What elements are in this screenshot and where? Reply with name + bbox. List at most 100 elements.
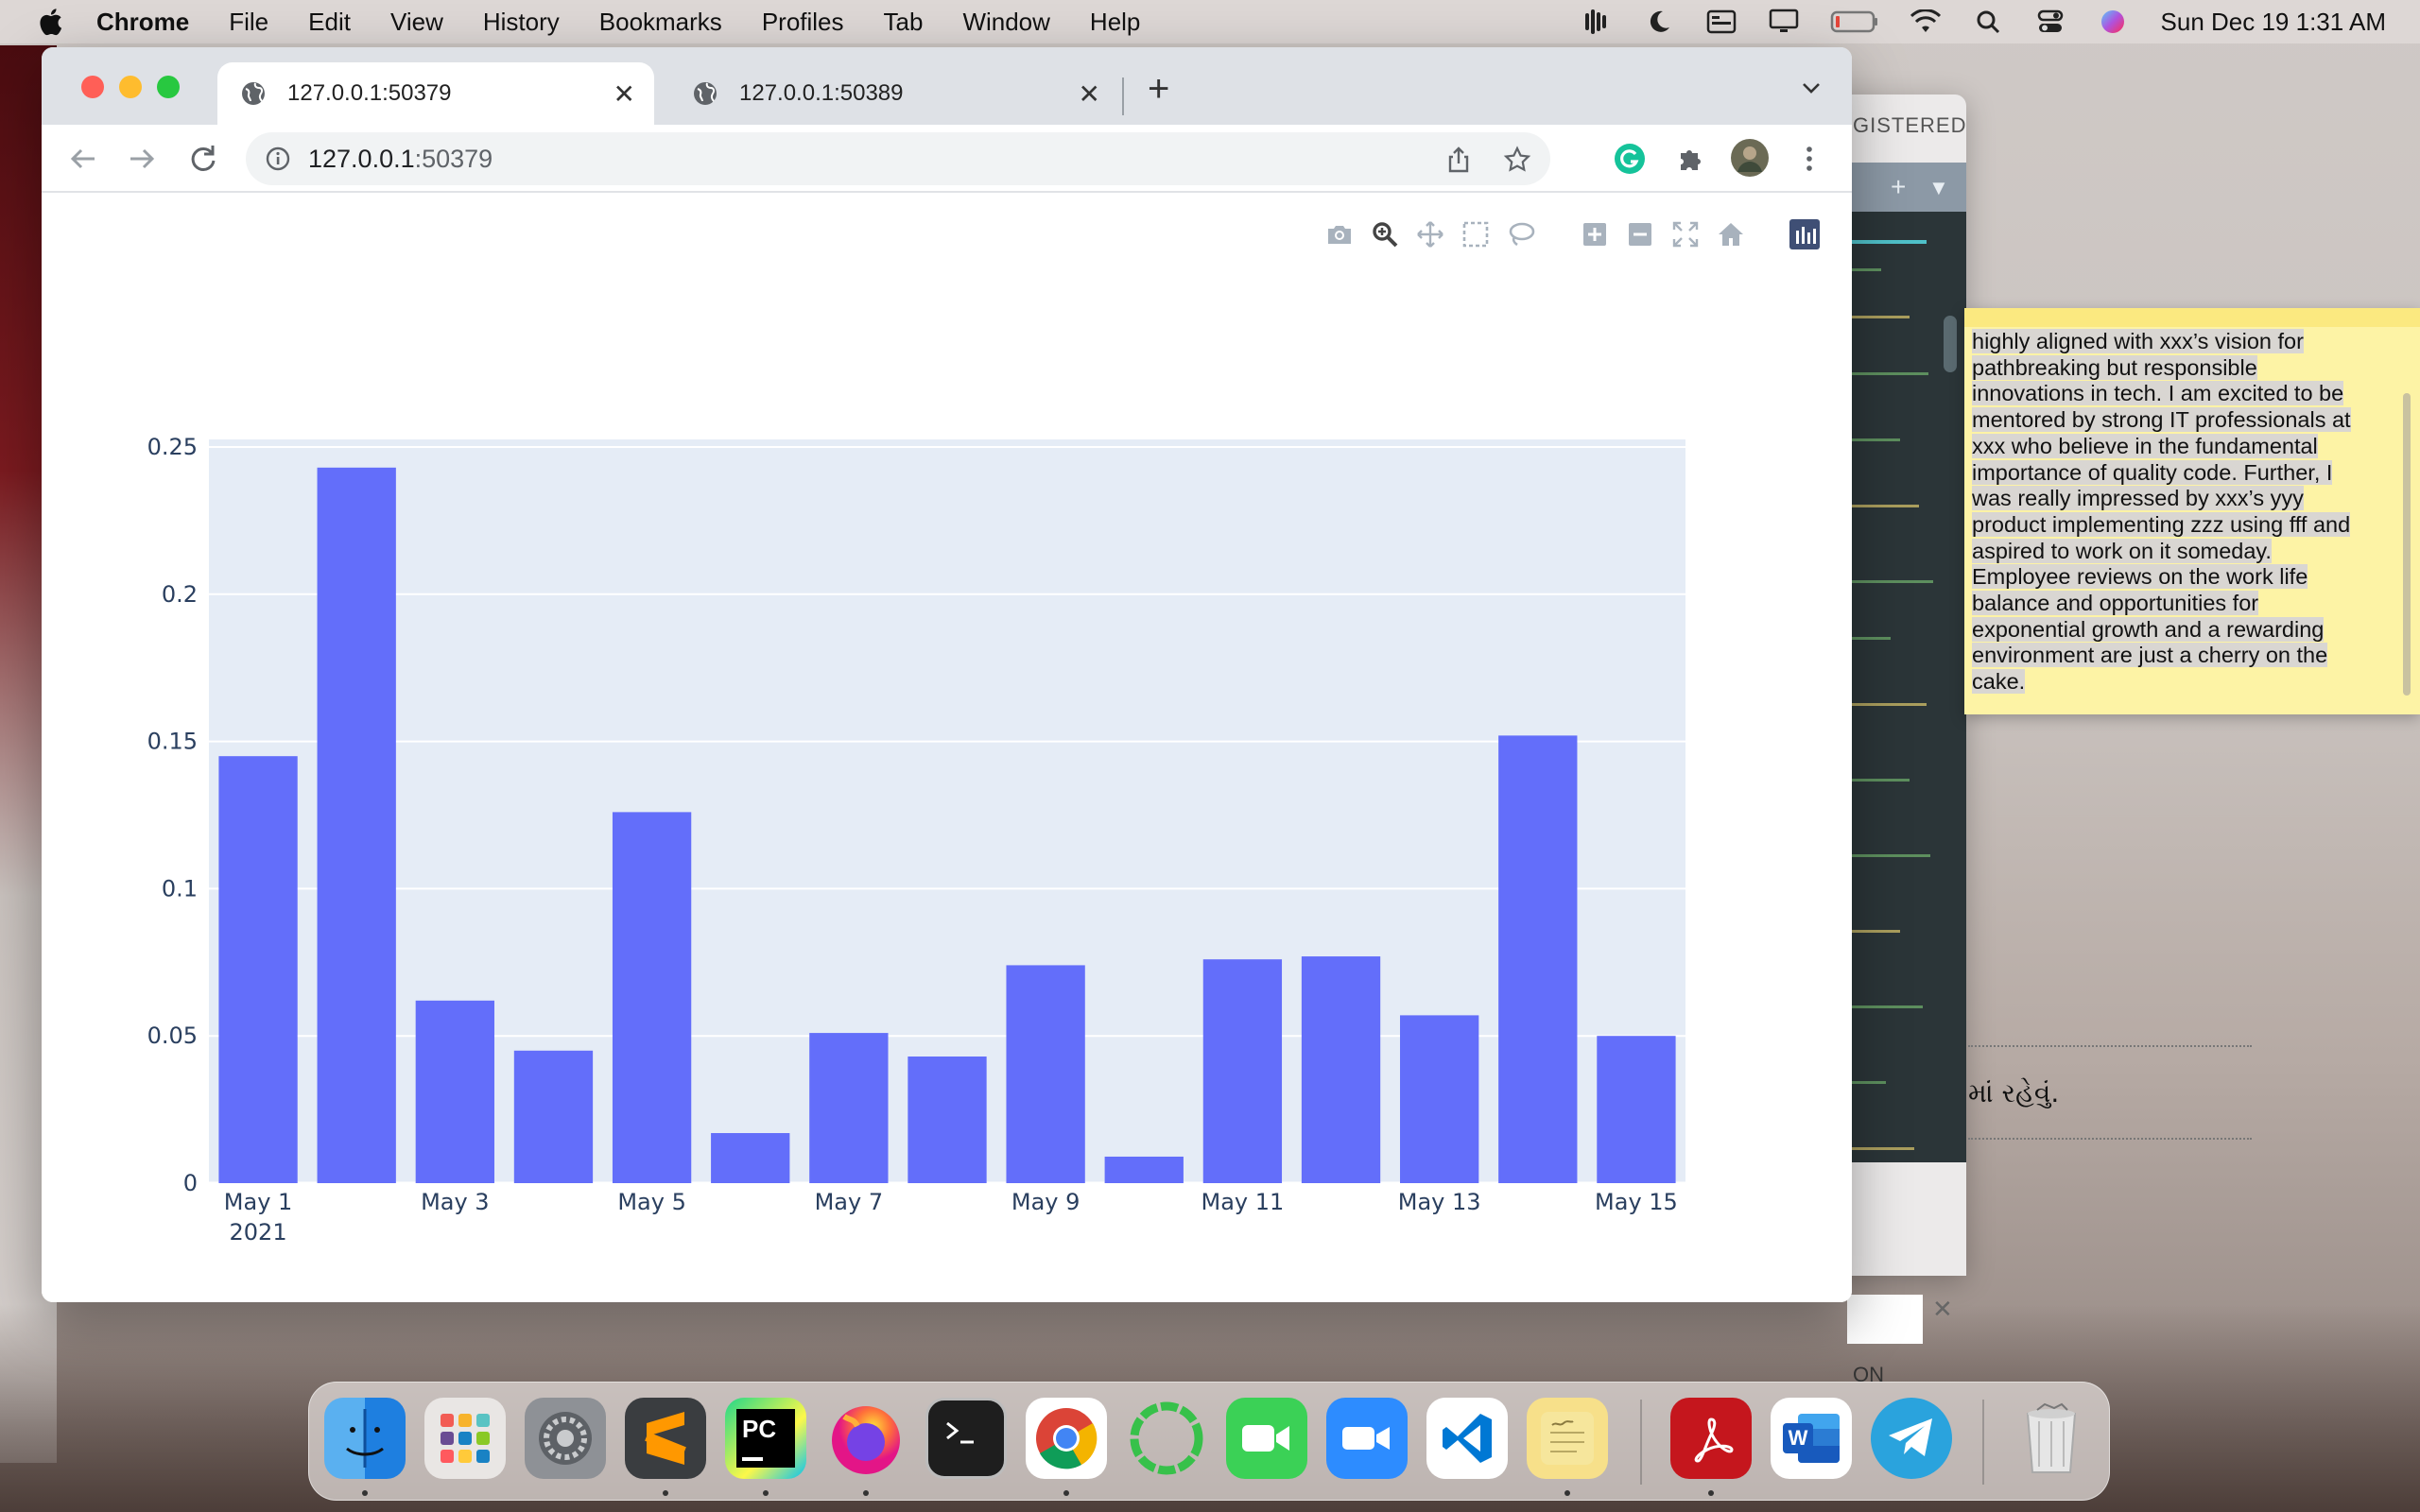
sticky-note-scrollbar[interactable] [2403, 393, 2411, 696]
terminal-icon[interactable] [925, 1398, 1007, 1479]
minimize-window-button[interactable] [119, 76, 142, 98]
forward-arrow-icon[interactable] [125, 142, 159, 176]
y-tick-label: 0.15 [147, 729, 198, 755]
find-input[interactable] [1847, 1295, 1923, 1344]
reload-icon[interactable] [185, 142, 219, 176]
display-menu-icon[interactable] [1705, 8, 1737, 36]
spotlight-search-icon[interactable] [1972, 8, 2004, 36]
facetime-icon[interactable] [1226, 1398, 1307, 1479]
back-arrow-icon[interactable] [66, 142, 100, 176]
zoom-icon[interactable] [1326, 1398, 1408, 1479]
sticky-line: xxx who believe in the fundamental [1972, 433, 2318, 458]
wifi-icon[interactable] [1910, 8, 1942, 36]
bar[interactable] [415, 1000, 494, 1183]
moon-icon[interactable] [1643, 8, 1675, 36]
sticky-line: aspired to work on it someday. [1972, 538, 2272, 563]
sublime-text-icon[interactable] [625, 1398, 706, 1479]
bar[interactable] [1301, 956, 1381, 1183]
bar[interactable] [218, 756, 298, 1183]
bar[interactable] [711, 1133, 790, 1183]
bar[interactable] [612, 812, 692, 1183]
battery-icon[interactable] [1830, 8, 1879, 36]
system-preferences-icon[interactable] [525, 1398, 606, 1479]
acrobat-icon[interactable] [1670, 1398, 1752, 1479]
status-area: Sun Dec 19 1:31 AM [1550, 0, 2386, 43]
tab-search-chevron-icon[interactable] [1799, 76, 1824, 100]
bar[interactable] [1202, 959, 1283, 1183]
bookmark-star-icon[interactable] [1503, 146, 1531, 174]
site-info-icon[interactable] [265, 146, 291, 172]
bar[interactable] [1104, 1156, 1184, 1183]
background-editor-window[interactable]: GISTERED + ▼ ✕ ON [1834, 94, 1966, 1386]
menu-help[interactable]: Help [1090, 8, 1140, 37]
notes-icon[interactable] [1527, 1398, 1608, 1479]
menu-view[interactable]: View [390, 8, 443, 37]
sticky-note-text[interactable]: highly aligned with xxx’s vision for pat… [1972, 329, 2369, 696]
zoom-window-button[interactable] [157, 76, 180, 98]
bar[interactable] [908, 1057, 987, 1183]
menu-edit[interactable]: Edit [308, 8, 351, 37]
bar[interactable] [513, 1050, 594, 1183]
dropdown-arrow-icon[interactable]: ▼ [1928, 176, 1949, 200]
menubar-clock[interactable]: Sun Dec 19 1:31 AM [2161, 8, 2386, 37]
running-indicator [763, 1490, 769, 1496]
extensions-puzzle-icon[interactable] [1673, 142, 1707, 176]
chrome-window[interactable]: 127.0.0.1:50379 ✕ 127.0.0.1:50389 ✕ + 12… [42, 47, 1852, 1302]
page-content[interactable]: 0 0.05 0.1 0.15 0.2 0.25 May 1 2021 May 3 May 5M… [42, 195, 1852, 1302]
underline [742, 1457, 763, 1461]
sticky-note-titlebar[interactable] [1964, 308, 2420, 327]
menu-profiles[interactable]: Profiles [762, 8, 844, 37]
tab-active[interactable]: 127.0.0.1:50379 ✕ [217, 62, 654, 125]
share-icon[interactable] [1444, 146, 1473, 174]
bar[interactable] [1006, 965, 1085, 1183]
word-icon[interactable]: W [1771, 1398, 1852, 1479]
audio-bars-icon[interactable] [1581, 8, 1613, 36]
menu-tab[interactable]: Tab [884, 8, 924, 37]
menu-history[interactable]: History [483, 8, 560, 37]
menu-app-name[interactable]: Chrome [96, 8, 189, 37]
sticky-line: innovations in tech. I am excited to be [1972, 381, 2344, 406]
menu-window[interactable]: Window [962, 8, 1049, 37]
menu-bookmarks[interactable]: Bookmarks [599, 8, 722, 37]
address-bar[interactable]: 127.0.0.1:50379 [246, 132, 1550, 185]
sticky-note[interactable]: highly aligned with xxx’s vision for pat… [1964, 308, 2420, 714]
close-icon[interactable]: ✕ [1932, 1295, 1953, 1324]
activity-ring-icon[interactable] [1126, 1398, 1207, 1479]
bar[interactable] [809, 1033, 889, 1183]
close-window-button[interactable] [81, 76, 104, 98]
telegram-icon[interactable] [1871, 1398, 1952, 1479]
menu-file[interactable]: File [229, 8, 268, 37]
globe-icon [694, 82, 717, 105]
trash-icon[interactable] [2011, 1398, 2092, 1479]
code-editor-pane[interactable] [1834, 212, 1966, 1251]
bar[interactable] [1400, 1015, 1479, 1183]
close-tab-icon[interactable]: ✕ [614, 78, 635, 110]
airplay-icon[interactable] [1768, 8, 1800, 36]
pycharm-icon[interactable]: PC [725, 1398, 806, 1479]
chrome-icon[interactable] [1026, 1398, 1107, 1479]
profile-avatar[interactable] [1730, 138, 1770, 178]
grammarly-icon[interactable] [1613, 142, 1647, 176]
x-axis: May 1 2021 May 3 May 5 May 7 May 9 May 11 May 1… [224, 1189, 1678, 1246]
control-center-icon[interactable] [2034, 8, 2066, 36]
bar[interactable] [1597, 1036, 1676, 1183]
close-tab-icon[interactable]: ✕ [1079, 78, 1100, 110]
bar[interactable] [317, 467, 396, 1183]
finder-icon[interactable] [324, 1398, 406, 1479]
siri-icon[interactable] [2097, 8, 2129, 36]
url-text[interactable]: 127.0.0.1:50379 [308, 145, 493, 174]
editor-line [1843, 1005, 1923, 1008]
apple-icon[interactable] [38, 8, 62, 36]
vscode-icon[interactable] [1426, 1398, 1508, 1479]
new-tab-button[interactable]: + [1148, 68, 1169, 111]
launchpad-icon[interactable] [424, 1398, 506, 1479]
bar[interactable] [1498, 735, 1578, 1183]
x-tick-label: May 7 [815, 1189, 884, 1215]
firefox-icon[interactable] [825, 1398, 907, 1479]
editor-line [1843, 703, 1927, 706]
kebab-menu-icon[interactable] [1792, 142, 1826, 176]
editor-scrollbar[interactable] [1944, 316, 1957, 372]
tab-inactive[interactable]: 127.0.0.1:50389 ✕ [669, 62, 1119, 125]
bar-chart[interactable]: 00.050.10.150.20.25 May 12021May 3 May 5M… [42, 195, 1852, 1302]
plus-icon[interactable]: + [1891, 172, 1906, 202]
